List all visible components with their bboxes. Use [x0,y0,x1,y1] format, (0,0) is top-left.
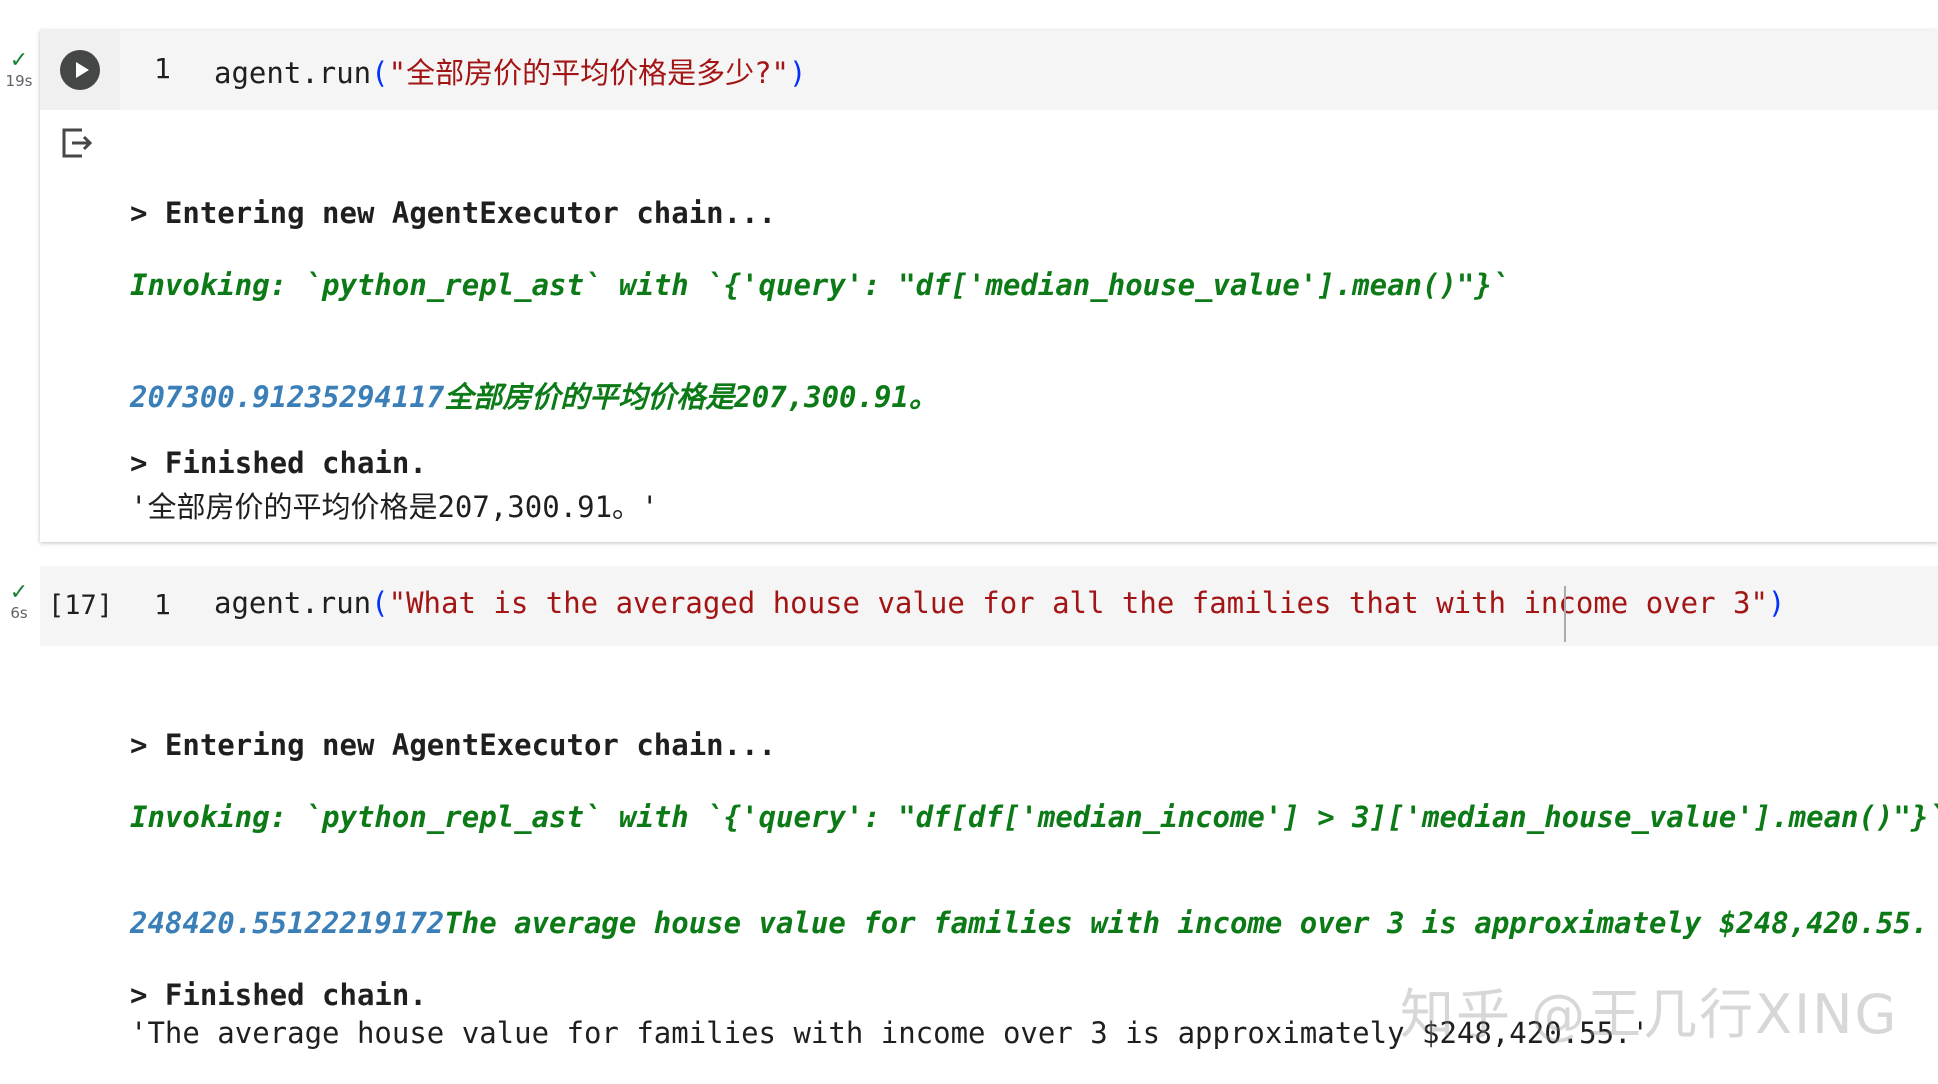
check-icon: ✓ [0,50,38,72]
line-number: 1 [154,52,171,85]
code-line[interactable]: agent.run("全部房价的平均价格是多少?") [214,50,806,92]
cell2-duration: 6s [10,604,27,622]
cell1-finished: > Finished chain. [130,446,427,480]
code-close-paren: ) [789,56,806,90]
code-line[interactable]: agent.run("What is the averaged house va… [214,586,1785,620]
cell1-code-row[interactable]: 1 agent.run("全部房价的平均价格是多少?") [40,30,1938,110]
cell2-entering: > Entering new AgentExecutor chain... [130,728,776,762]
output-icon[interactable] [60,126,94,160]
cell2-invoking: Invoking: `python_repl_ast` with `{'quer… [130,800,1938,834]
watermark: 知乎 @王几行XING [1400,970,1898,1049]
cell1-duration: 19s [6,72,33,90]
run-button[interactable] [60,50,100,90]
cell2-result: 248420.55122219172The average house valu… [130,906,1928,940]
cell1-gutter [40,30,120,110]
execution-count: [17] [48,590,113,621]
cell2-status: ✓ 6s [0,582,38,622]
text-cursor [1564,586,1566,642]
cell1-invoking: Invoking: `python_repl_ast` with `{'quer… [130,268,1509,302]
code-call: agent.run [214,586,371,620]
line-number: 1 [154,588,171,621]
code-open-paren: ( [371,56,388,90]
code-call: agent.run [214,56,371,90]
check-icon: ✓ [0,582,38,604]
cell1-result-value: 207300.91235294117 [130,380,444,414]
cell1-result-text: 全部房价的平均价格是207,300.91。 [444,380,938,414]
code-close-paren: ) [1768,586,1785,620]
cell1-entering: > Entering new AgentExecutor chain... [130,196,776,230]
code-open-paren: ( [371,586,388,620]
cell2-code-row[interactable]: [17] 1 agent.run("What is the averaged h… [40,566,1938,646]
cell1-result: 207300.91235294117全部房价的平均价格是207,300.91。 [130,374,938,416]
cell2-result-text: The average house value for families wit… [444,906,1928,940]
cell1-status: ✓ 19s [0,50,38,90]
cell2-result-value: 248420.55122219172 [130,906,444,940]
code-string: "全部房价的平均价格是多少?" [389,56,789,90]
cell2-finished: > Finished chain. [130,978,427,1012]
code-string: "What is the averaged house value for al… [389,586,1768,620]
cell1-return: '全部房价的平均价格是207,300.91。' [130,484,659,526]
